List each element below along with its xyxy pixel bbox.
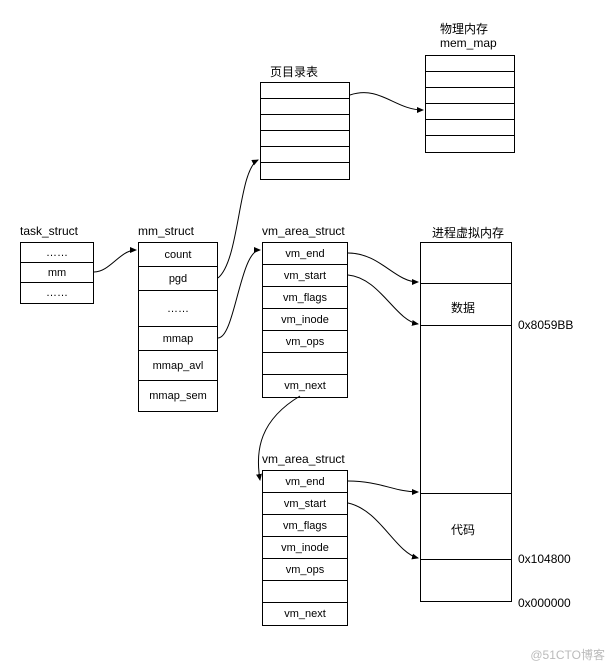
task-row: …… <box>21 283 93 303</box>
vma-row-vm-start: vm_start <box>263 265 347 287</box>
grid-row <box>426 56 514 72</box>
vm-area-struct-label-2: vm_area_struct <box>262 452 345 466</box>
vm-area-struct-box-2: vm_end vm_start vm_flags vm_inode vm_ops… <box>262 470 348 626</box>
vma-row-vm-next: vm_next <box>263 375 347 397</box>
grid-row <box>261 83 349 99</box>
mm-struct-box: count pgd …… mmap mmap_avl mmap_sem <box>138 242 218 412</box>
task-struct-box: …… mm …… <box>20 242 94 304</box>
addr-low: 0x000000 <box>518 596 571 610</box>
grid-row <box>426 72 514 88</box>
mem-map-box <box>425 55 515 153</box>
mm-row: …… <box>139 291 217 327</box>
addr-high: 0x8059BB <box>518 318 573 332</box>
page-dir-label: 页目录表 <box>270 63 318 80</box>
vma-row-vm-next: vm_next <box>263 603 347 625</box>
addr-mid: 0x104800 <box>518 552 571 566</box>
grid-row <box>426 120 514 136</box>
proc-vm-box: 数据 代码 <box>420 242 512 602</box>
phys-mem-title: 物理内存 <box>440 20 488 37</box>
grid-row <box>261 163 349 179</box>
task-row: …… <box>21 243 93 263</box>
proc-vm-title: 进程虚拟内存 <box>432 224 504 241</box>
vma-row-vm-end: vm_end <box>263 243 347 265</box>
vma-row-vm-inode: vm_inode <box>263 309 347 331</box>
vm-area-struct-box-1: vm_end vm_start vm_flags vm_inode vm_ops… <box>262 242 348 398</box>
code-region-label: 代码 <box>451 521 475 538</box>
vma-row-vm-start: vm_start <box>263 493 347 515</box>
grid-row <box>261 115 349 131</box>
vma-row-vm-ops: vm_ops <box>263 331 347 353</box>
task-row-mm: mm <box>21 263 93 283</box>
vma-row-blank <box>263 581 347 603</box>
grid-row <box>261 99 349 115</box>
mm-row-mmap-avl: mmap_avl <box>139 351 217 381</box>
grid-row <box>426 136 514 152</box>
mm-row-count: count <box>139 243 217 267</box>
vma-row-vm-flags: vm_flags <box>263 287 347 309</box>
vma-row-vm-end: vm_end <box>263 471 347 493</box>
mm-row-mmap: mmap <box>139 327 217 351</box>
vma-row-vm-ops: vm_ops <box>263 559 347 581</box>
mm-row-pgd: pgd <box>139 267 217 291</box>
grid-row <box>261 147 349 163</box>
grid-row <box>426 88 514 104</box>
grid-row <box>261 131 349 147</box>
vm-area-struct-label-1: vm_area_struct <box>262 224 345 238</box>
task-struct-label: task_struct <box>20 224 78 238</box>
mm-struct-label: mm_struct <box>138 224 194 238</box>
page-dir-box <box>260 82 350 180</box>
watermark: @51CTO博客 <box>530 646 605 663</box>
grid-row <box>426 104 514 120</box>
vma-row-vm-flags: vm_flags <box>263 515 347 537</box>
data-region-label: 数据 <box>451 299 475 316</box>
vma-row-vm-inode: vm_inode <box>263 537 347 559</box>
mem-map-label: mem_map <box>440 36 497 50</box>
vma-row-blank <box>263 353 347 375</box>
mm-row-mmap-sem: mmap_sem <box>139 381 217 411</box>
